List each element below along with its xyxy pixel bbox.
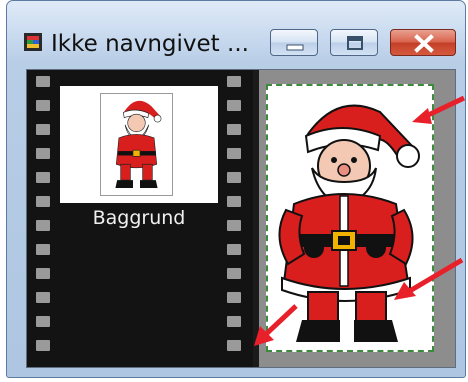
close-icon [414,34,434,53]
sprocket-holes-left [33,70,53,367]
filmstrip-app-icon [23,32,43,52]
maximize-icon [347,36,363,50]
frames-filmstrip[interactable]: Baggrund [27,70,253,367]
sprocket-holes-right [224,70,244,367]
client-area: Baggrund [26,69,456,368]
frame-thumbnail[interactable] [60,86,218,203]
annotation-arrow-corner [254,304,298,346]
window-title: Ikke navngivet ... [51,31,249,57]
minimize-button[interactable] [270,29,318,56]
minimize-icon [286,44,304,51]
santa-claus-thumbnail [115,100,162,188]
animation-window: Ikke navngivet ... Baggrund [6,0,466,378]
maximize-button[interactable] [330,29,378,56]
close-button[interactable] [390,29,456,56]
frame-label: Baggrund [92,207,186,229]
title-bar[interactable]: Ikke navngivet ... [7,1,465,65]
annotation-arrow-hat [412,95,466,124]
annotation-arrow-body [394,257,464,300]
thumbnail-border [100,93,173,196]
